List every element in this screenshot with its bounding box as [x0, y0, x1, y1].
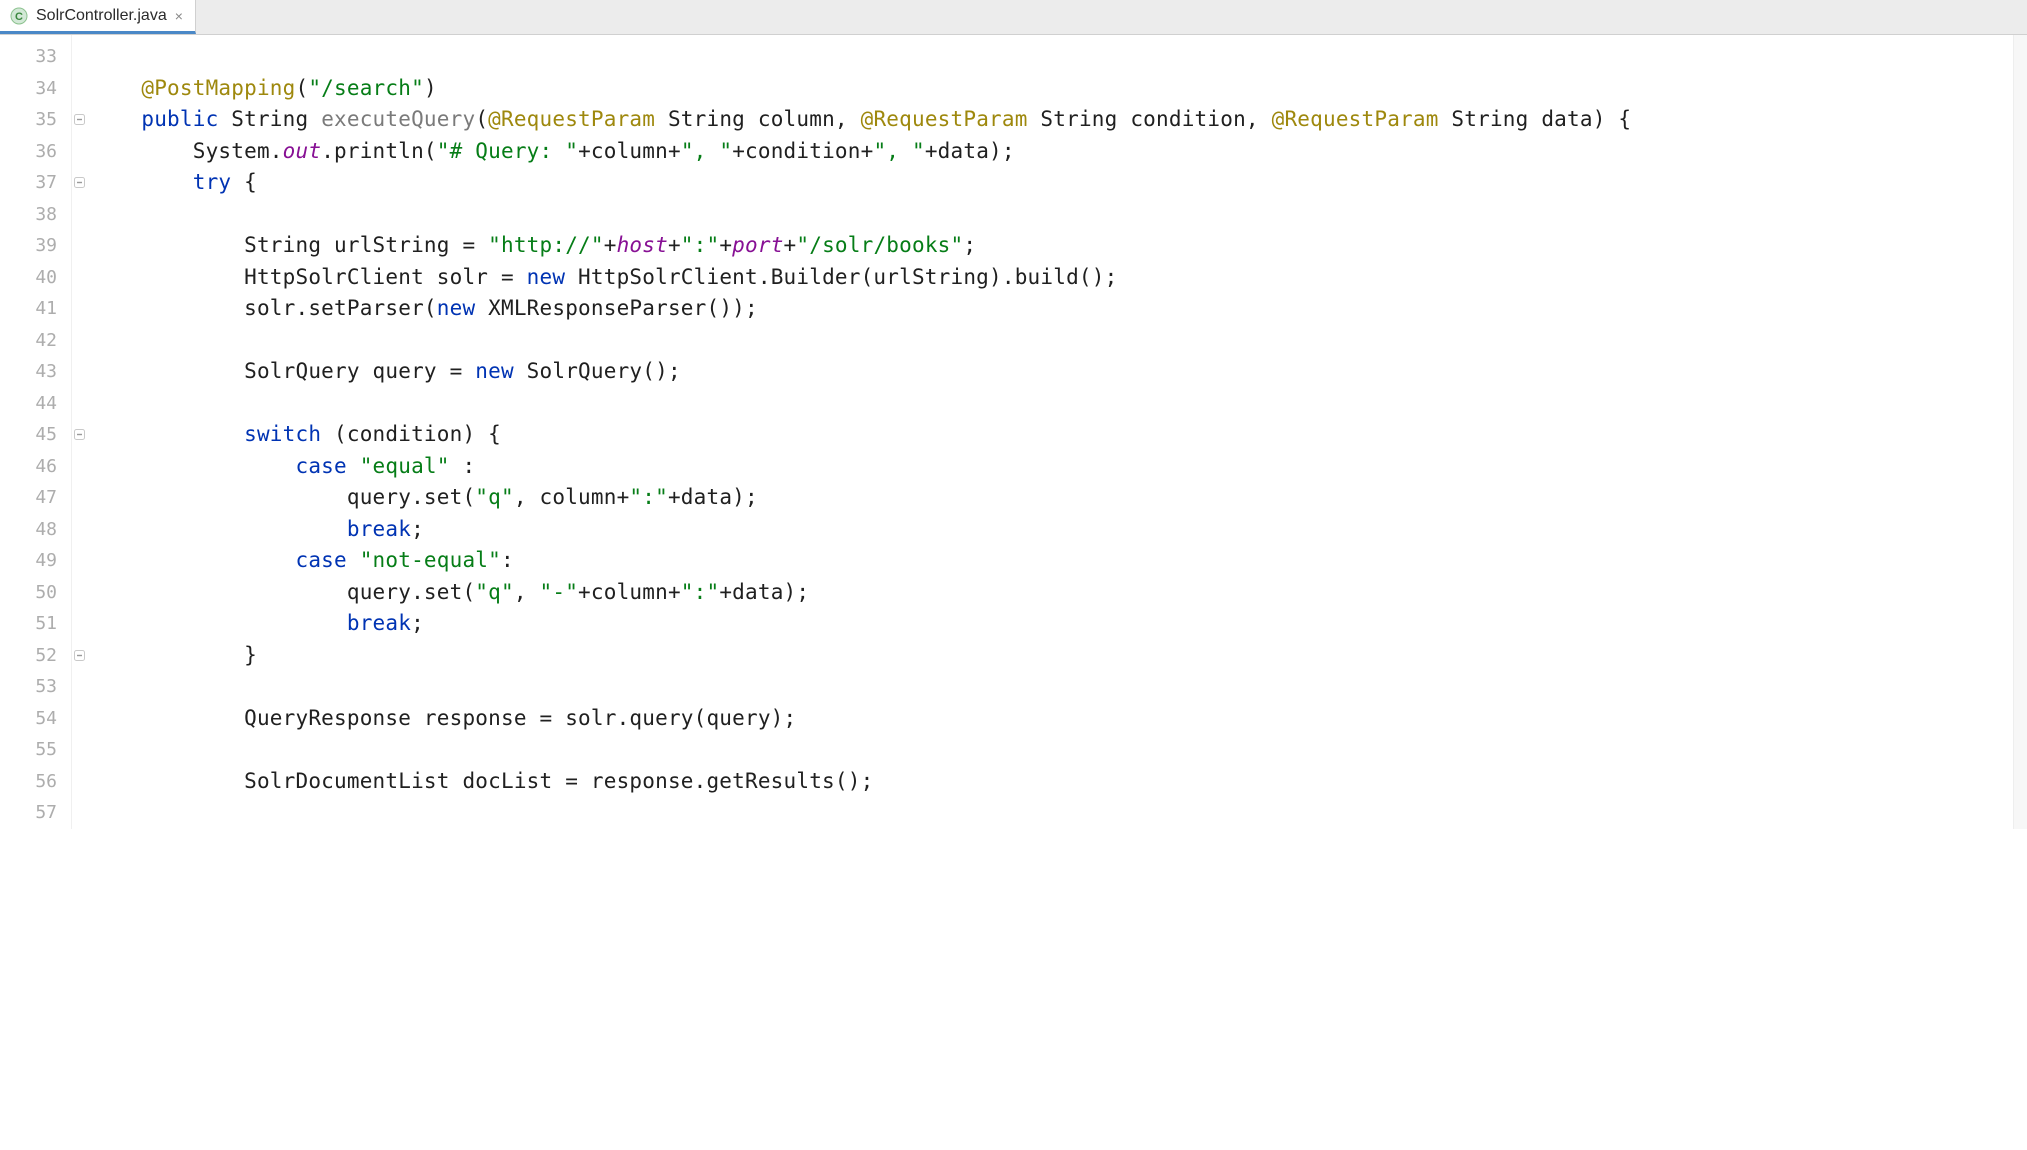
svg-text:C: C — [15, 11, 23, 23]
line-number: 54 — [0, 703, 71, 735]
code-editor[interactable]: 3334353637383940414243444546474849505152… — [0, 35, 2027, 829]
code-line[interactable]: String urlString = "http://"+host+":"+po… — [90, 230, 2013, 262]
line-number: 48 — [0, 514, 71, 546]
line-number: 55 — [0, 734, 71, 766]
code-line[interactable]: break; — [90, 608, 2013, 640]
line-number: 39 — [0, 230, 71, 262]
code-line[interactable]: query.set("q", "-"+column+":"+data); — [90, 577, 2013, 609]
line-number: 42 — [0, 325, 71, 357]
code-line[interactable]: query.set("q", column+":"+data); — [90, 482, 2013, 514]
code-line[interactable] — [90, 41, 2013, 73]
tab-filename: SolrController.java — [36, 7, 167, 25]
code-line[interactable]: public String executeQuery(@RequestParam… — [90, 104, 2013, 136]
line-number: 57 — [0, 797, 71, 829]
code-line[interactable]: } — [90, 640, 2013, 672]
line-number: 44 — [0, 388, 71, 420]
code-line[interactable]: break; — [90, 514, 2013, 546]
code-content[interactable]: @PostMapping("/search") public String ex… — [90, 35, 2013, 829]
line-number: 47 — [0, 482, 71, 514]
line-number: 43 — [0, 356, 71, 388]
code-line[interactable]: case "equal" : — [90, 451, 2013, 483]
code-line[interactable]: try { — [90, 167, 2013, 199]
line-number: 49 — [0, 545, 71, 577]
line-number: 52 — [0, 640, 71, 672]
code-line[interactable] — [90, 325, 2013, 357]
code-line[interactable] — [90, 199, 2013, 231]
code-line[interactable]: switch (condition) { — [90, 419, 2013, 451]
close-tab-icon[interactable]: × — [175, 8, 183, 24]
code-line[interactable]: @PostMapping("/search") — [90, 73, 2013, 105]
editor-tab-bar: C SolrController.java × — [0, 0, 2027, 35]
line-number: 38 — [0, 199, 71, 231]
line-number: 51 — [0, 608, 71, 640]
code-line[interactable] — [90, 671, 2013, 703]
code-line[interactable]: System.out.println("# Query: "+column+",… — [90, 136, 2013, 168]
line-number: 36 — [0, 136, 71, 168]
code-line[interactable]: QueryResponse response = solr.query(quer… — [90, 703, 2013, 735]
editor-scrollbar[interactable] — [2013, 35, 2027, 829]
line-number: 50 — [0, 577, 71, 609]
fold-toggle-icon[interactable] — [74, 429, 86, 441]
code-line[interactable] — [90, 734, 2013, 766]
line-number: 34 — [0, 73, 71, 105]
code-line[interactable]: solr.setParser(new XMLResponseParser()); — [90, 293, 2013, 325]
line-number: 37 — [0, 167, 71, 199]
line-number: 46 — [0, 451, 71, 483]
fold-toggle-icon[interactable] — [74, 114, 86, 126]
code-line[interactable]: SolrQuery query = new SolrQuery(); — [90, 356, 2013, 388]
line-number: 35 — [0, 104, 71, 136]
editor-tab-active[interactable]: C SolrController.java × — [0, 0, 196, 34]
code-line[interactable] — [90, 388, 2013, 420]
line-number-gutter: 3334353637383940414243444546474849505152… — [0, 35, 72, 829]
line-number: 33 — [0, 41, 71, 73]
code-line[interactable]: case "not-equal": — [90, 545, 2013, 577]
class-file-icon: C — [10, 7, 28, 25]
fold-toggle-icon[interactable] — [74, 650, 86, 662]
fold-toggle-icon[interactable] — [74, 177, 86, 189]
line-number: 40 — [0, 262, 71, 294]
code-line[interactable] — [90, 797, 2013, 829]
line-number: 45 — [0, 419, 71, 451]
line-number: 53 — [0, 671, 71, 703]
code-line[interactable]: SolrDocumentList docList = response.getR… — [90, 766, 2013, 798]
line-number: 56 — [0, 766, 71, 798]
line-number: 41 — [0, 293, 71, 325]
fold-gutter[interactable] — [72, 35, 90, 829]
code-line[interactable]: HttpSolrClient solr = new HttpSolrClient… — [90, 262, 2013, 294]
